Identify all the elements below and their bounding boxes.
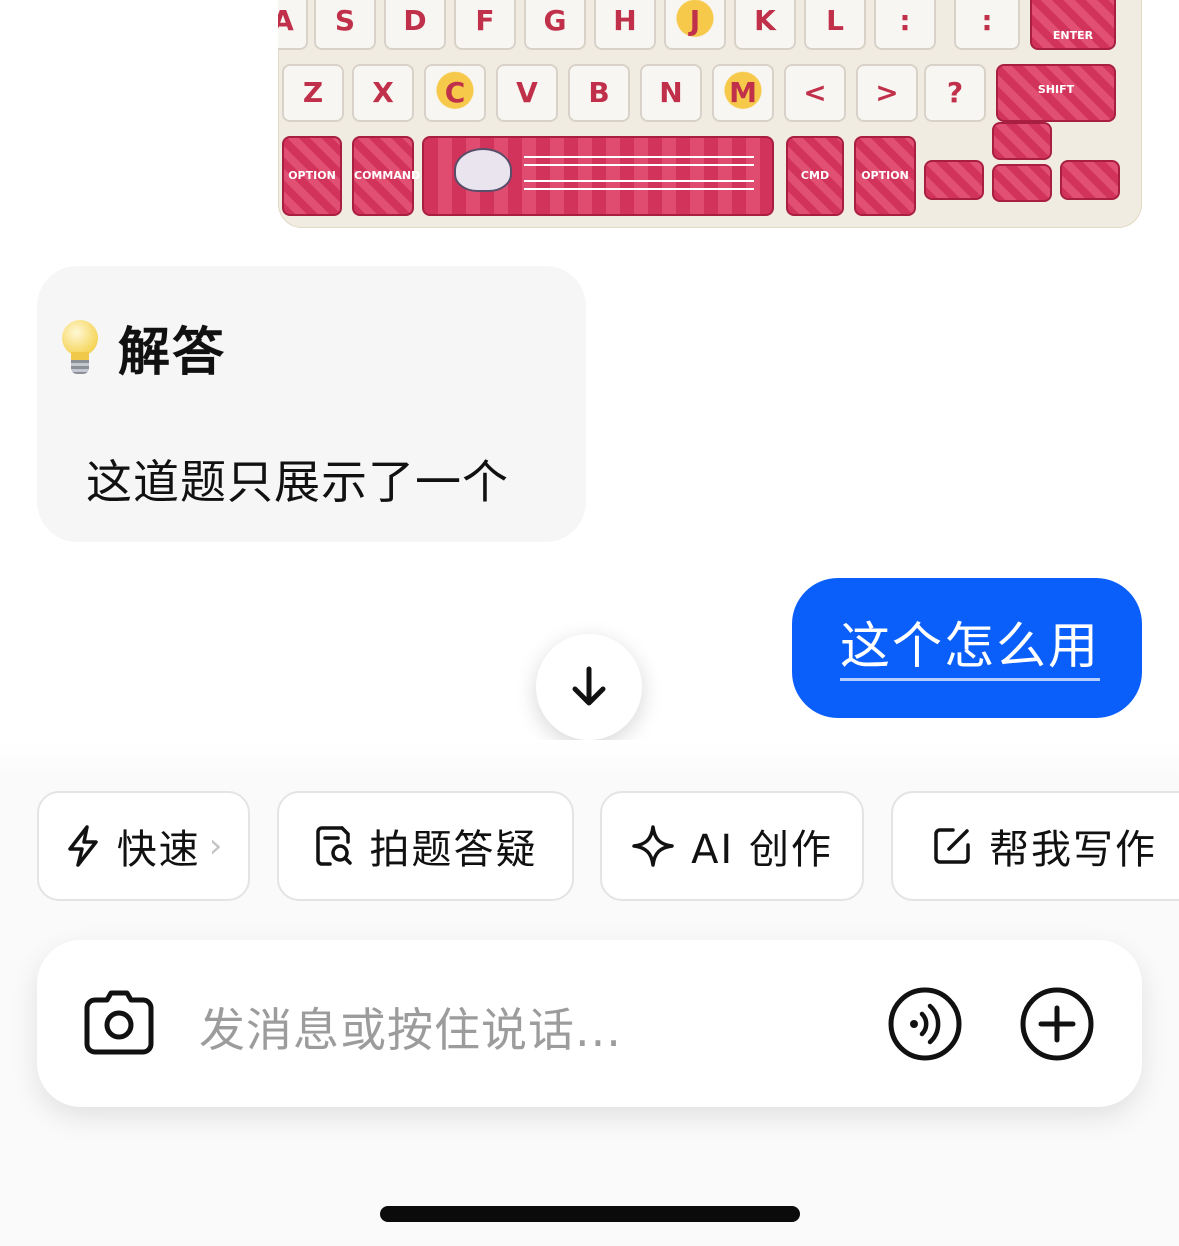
key: > <box>856 64 918 122</box>
chip-photo-question[interactable]: 拍题答疑 <box>277 791 574 901</box>
key-label: ENTER <box>1052 29 1094 42</box>
key: : <box>954 0 1020 50</box>
key: S <box>314 0 376 50</box>
keyboard-row-2: Z X C V B N M < > ? SHIFT <box>278 64 1142 128</box>
key-label: SHIFT <box>1037 83 1075 96</box>
key: D <box>384 0 446 50</box>
scroll-down-button[interactable] <box>536 634 642 740</box>
space-key <box>422 136 774 216</box>
key: Z <box>282 64 344 122</box>
key: L <box>804 0 866 50</box>
chevron-right-icon: › <box>208 826 223 866</box>
key: ? <box>924 64 986 122</box>
key-label: OPTION <box>861 169 909 182</box>
lightning-icon <box>67 825 98 867</box>
edit-icon <box>934 828 970 864</box>
key: K <box>734 0 796 50</box>
key: J <box>664 0 726 50</box>
key: G <box>524 0 586 50</box>
arrow-down-icon <box>572 666 606 706</box>
enter-key: ENTER <box>1030 0 1116 50</box>
voice-icon[interactable] <box>887 986 963 1062</box>
arrow-right-key <box>1060 160 1120 200</box>
home-indicator[interactable] <box>380 1206 800 1222</box>
chip-label: 帮我写作 <box>989 827 1157 873</box>
user-message-text[interactable]: 这个怎么用 <box>840 616 1100 681</box>
keyboard-row-1: A S D F G H J K L : : ENTER <box>278 0 1142 56</box>
key: N <box>640 64 702 122</box>
arrow-down-key <box>992 164 1052 202</box>
message-input-bar: 发消息或按住说话... <box>37 940 1142 1107</box>
keyboard-row-3: OPTION COMMAND CMD OPTION <box>278 122 1142 216</box>
sparkle-icon <box>632 825 674 867</box>
bunny-illustration <box>454 148 512 192</box>
user-message-bubble[interactable]: 这个怎么用 <box>792 578 1142 718</box>
arrow-left-key <box>924 160 984 200</box>
option-key: OPTION <box>282 136 342 216</box>
key: B <box>568 64 630 122</box>
chip-fast[interactable]: 快速 › <box>37 791 250 901</box>
chip-ai-create[interactable]: AI 创作 <box>600 791 864 901</box>
key: F <box>454 0 516 50</box>
key: A <box>278 0 308 50</box>
camera-icon[interactable] <box>83 988 155 1058</box>
option-key: OPTION <box>854 136 916 216</box>
key-label: OPTION <box>288 169 336 182</box>
music-staff <box>524 164 754 182</box>
key-label: CMD <box>800 169 830 182</box>
scan-question-icon <box>315 826 352 866</box>
key: C <box>424 64 486 122</box>
answer-title: 解答 <box>60 310 226 385</box>
key-label: COMMAND <box>354 169 421 182</box>
chip-label: 拍题答疑 <box>369 827 538 873</box>
key: : <box>874 0 936 50</box>
key: H <box>594 0 656 50</box>
chip-label: AI 创作 <box>691 827 833 873</box>
answer-text: 这道题只展示了一个 <box>86 455 509 509</box>
keyboard-photo[interactable]: A S D F G H J K L : : ENTER Z X C V B N … <box>278 0 1142 228</box>
cmd-key: CMD <box>786 136 844 216</box>
plus-icon[interactable] <box>1019 986 1095 1062</box>
arrow-up-key <box>992 122 1052 160</box>
chip-help-write[interactable]: 帮我写作 <box>891 791 1179 901</box>
key: M <box>712 64 774 122</box>
command-key: COMMAND <box>352 136 421 216</box>
lightbulb-icon <box>60 318 100 378</box>
answer-heading: 解答 <box>118 323 227 383</box>
key: V <box>496 64 558 122</box>
shift-key: SHIFT <box>996 64 1116 122</box>
chip-label: 快速 <box>116 827 201 873</box>
key: X <box>352 64 414 122</box>
message-input[interactable]: 发消息或按住说话... <box>199 994 622 1060</box>
key: < <box>784 64 846 122</box>
